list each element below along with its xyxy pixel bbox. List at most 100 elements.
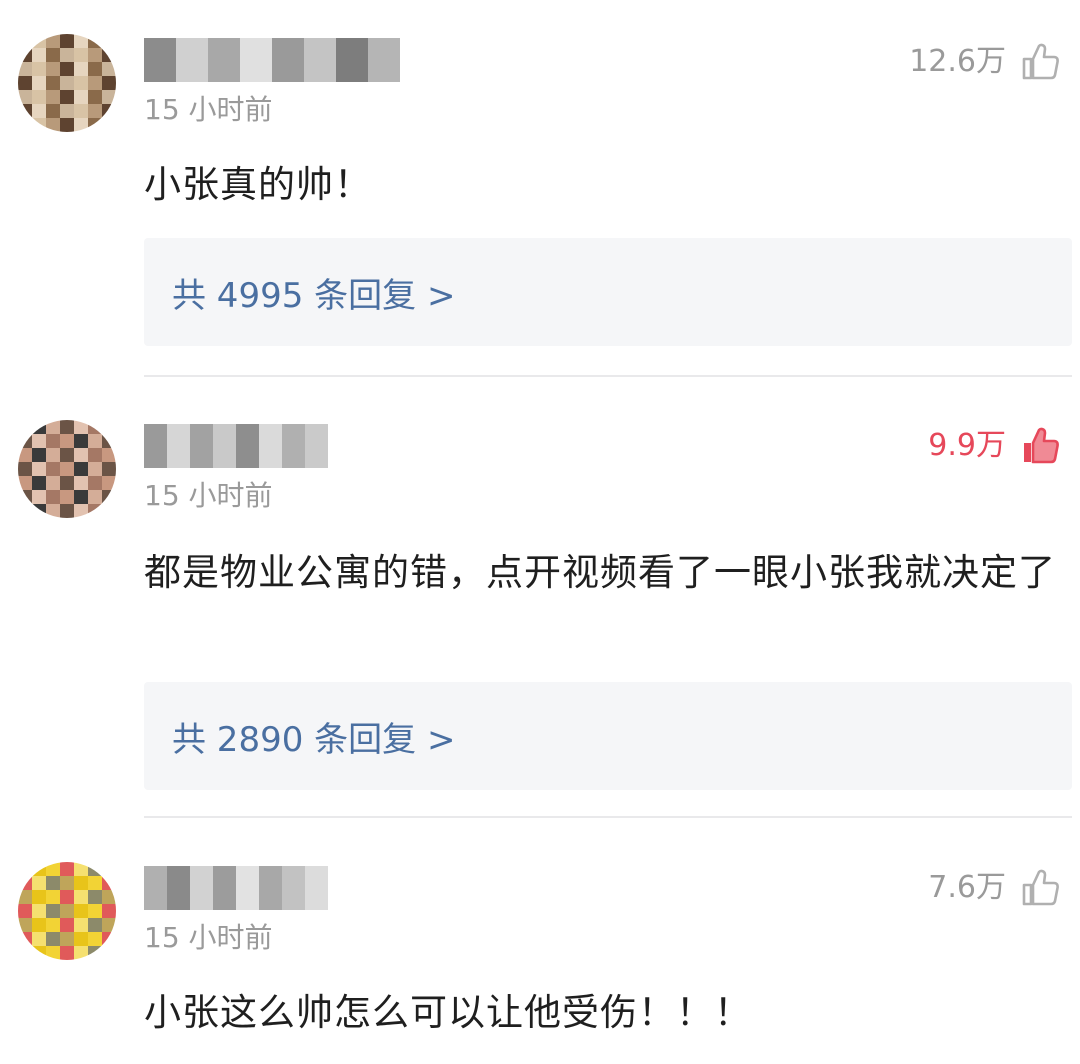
username-mosaic-block (144, 866, 167, 910)
username-mosaic-block (236, 866, 259, 910)
avatar-mosaic-pixel (74, 918, 88, 932)
avatar-mosaic-pixel (102, 90, 116, 104)
like-button[interactable]: 12.6万 (909, 42, 1060, 82)
avatar-mosaic-pixel (88, 932, 102, 946)
comment-time: 15 小时前 (144, 479, 273, 512)
username-blurred[interactable] (144, 424, 328, 468)
avatar-mosaic-pixel (18, 876, 32, 890)
avatar-mosaic-pixel (102, 420, 116, 434)
avatar-mosaic-pixel (102, 876, 116, 890)
avatar-mosaic-pixel (46, 118, 60, 132)
avatar-mosaic-pixel (88, 890, 102, 904)
avatar-mosaic-pixel (46, 504, 60, 518)
username-mosaic-block (272, 38, 304, 82)
avatar-mosaic-pixel (60, 420, 74, 434)
replies-label: 共 2890 条回复 > (172, 719, 456, 760)
avatar-mosaic-pixel (88, 76, 102, 90)
avatar[interactable] (18, 862, 116, 960)
avatar-mosaic-pixel (32, 476, 46, 490)
avatar-mosaic-pixel (74, 62, 88, 76)
avatar-mosaic-pixel (32, 862, 46, 876)
username-mosaic-block (240, 38, 272, 82)
username-mosaic-block (336, 38, 368, 82)
username-mosaic-block (144, 38, 176, 82)
avatar-mosaic-pixel (60, 448, 74, 462)
avatar-mosaic-pixel (32, 932, 46, 946)
comment-text: 小张这么帅怎么可以让他受伤！！！ (144, 991, 752, 1034)
avatar-mosaic-pixel (74, 76, 88, 90)
avatar-mosaic-pixel (46, 62, 60, 76)
avatar-mosaic-pixel (60, 34, 74, 48)
username-mosaic-block (305, 424, 328, 468)
avatar-mosaic-pixel (60, 932, 74, 946)
avatar-mosaic-pixel (46, 434, 60, 448)
view-replies-button[interactable]: 共 2890 条回复 > (144, 682, 1072, 790)
avatar-mosaic-pixel (88, 448, 102, 462)
avatar[interactable] (18, 420, 116, 518)
avatar-mosaic-pixel (102, 904, 116, 918)
username-mosaic-block (167, 424, 190, 468)
avatar-mosaic-pixel (46, 946, 60, 960)
avatar-mosaic-pixel (74, 434, 88, 448)
thumbs-up-icon (1022, 43, 1059, 80)
avatar-mosaic-pixel (46, 104, 60, 118)
username-mosaic-block (213, 424, 236, 468)
avatar-mosaic-pixel (32, 946, 46, 960)
username-mosaic-block (190, 424, 213, 468)
avatar-mosaic-pixel (88, 434, 102, 448)
avatar-mosaic-pixel (74, 462, 88, 476)
like-button[interactable]: 7.6万 (928, 868, 1060, 908)
username-blurred[interactable] (144, 866, 328, 910)
avatar-mosaic-pixel (102, 476, 116, 490)
avatar-mosaic-pixel (18, 862, 32, 876)
avatar-mosaic-pixel (88, 876, 102, 890)
avatar-mosaic-pixel (60, 876, 74, 890)
username-blurred[interactable] (144, 38, 400, 82)
username-mosaic-block (144, 424, 167, 468)
avatar-mosaic-pixel (46, 90, 60, 104)
avatar-mosaic-pixel (32, 448, 46, 462)
username-mosaic-block (305, 866, 328, 910)
avatar-mosaic-pixel (74, 490, 88, 504)
avatar-mosaic-pixel (60, 118, 74, 132)
avatar-mosaic-pixel (46, 904, 60, 918)
avatar-mosaic-pixel (102, 448, 116, 462)
avatar-mosaic-pixel (18, 490, 32, 504)
avatar-mosaic-pixel (32, 462, 46, 476)
avatar-mosaic-pixel (18, 890, 32, 904)
comment-time: 15 小时前 (144, 93, 273, 126)
avatar-mosaic-pixel (32, 420, 46, 434)
avatar-mosaic-pixel (46, 862, 60, 876)
avatar-mosaic-pixel (102, 104, 116, 118)
avatar-mosaic-pixel (88, 34, 102, 48)
avatar-mosaic-pixel (88, 490, 102, 504)
avatar-mosaic-pixel (60, 62, 74, 76)
avatar-mosaic-pixel (102, 62, 116, 76)
avatar-mosaic-pixel (74, 946, 88, 960)
avatar-mosaic-pixel (88, 918, 102, 932)
avatar-mosaic-pixel (88, 118, 102, 132)
comment-text: 小张真的帅！ (144, 163, 372, 206)
avatar-mosaic-pixel (60, 476, 74, 490)
avatar-mosaic-pixel (46, 476, 60, 490)
avatar-mosaic-pixel (46, 890, 60, 904)
avatar-mosaic-pixel (32, 904, 46, 918)
view-replies-button[interactable]: 共 4995 条回复 > (144, 238, 1072, 346)
avatar-mosaic-pixel (60, 904, 74, 918)
username-mosaic-block (304, 38, 336, 82)
avatar-mosaic-pixel (88, 476, 102, 490)
avatar-mosaic-pixel (60, 890, 74, 904)
avatar-mosaic-pixel (74, 876, 88, 890)
avatar-mosaic-pixel (18, 34, 32, 48)
avatar[interactable] (18, 34, 116, 132)
like-button[interactable]: 9.9万 (928, 426, 1060, 466)
thumbs-up-icon (1022, 869, 1059, 906)
avatar-mosaic-pixel (18, 62, 32, 76)
username-mosaic-block (282, 866, 305, 910)
avatar-mosaic-pixel (18, 946, 32, 960)
thumbs-up-icon (1024, 427, 1059, 464)
avatar-mosaic-pixel (102, 890, 116, 904)
avatar-mosaic-pixel (32, 90, 46, 104)
avatar-mosaic-pixel (102, 918, 116, 932)
avatar-mosaic-pixel (74, 862, 88, 876)
